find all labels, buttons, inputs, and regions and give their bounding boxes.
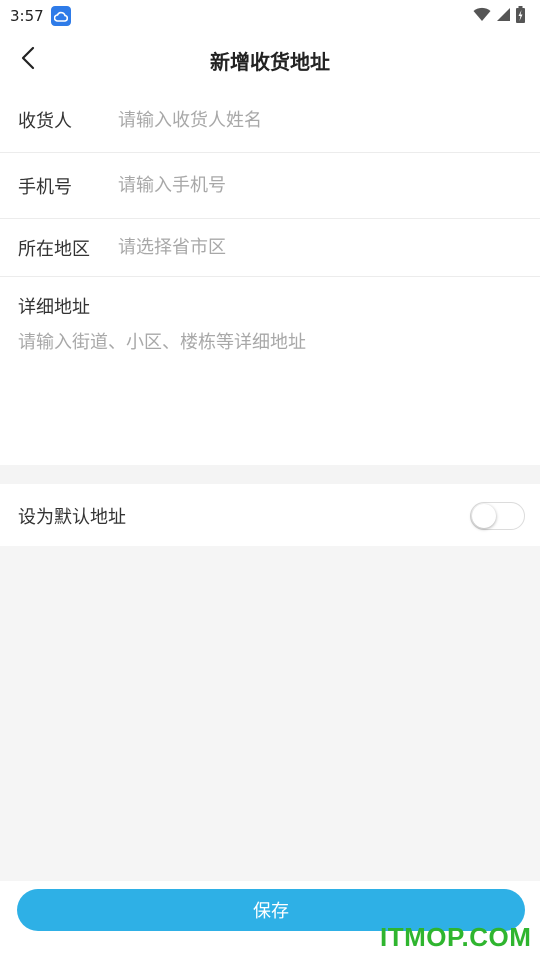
region-picker[interactable] bbox=[118, 229, 518, 266]
default-address-label: 设为默认地址 bbox=[18, 507, 126, 528]
wifi-icon bbox=[473, 7, 491, 26]
receiver-input[interactable] bbox=[118, 102, 518, 138]
default-address-toggle[interactable] bbox=[470, 502, 525, 530]
battery-icon bbox=[515, 5, 526, 27]
status-time: 3:57 bbox=[10, 7, 44, 25]
phone-label: 手机号 bbox=[18, 176, 72, 198]
cloud-icon bbox=[50, 6, 71, 26]
phone-input[interactable] bbox=[118, 167, 518, 204]
default-address-row: 设为默认地址 bbox=[0, 484, 540, 546]
detail-address-label: 详细地址 bbox=[18, 297, 90, 318]
empty-area bbox=[0, 546, 540, 881]
header: 新增收货地址 bbox=[0, 32, 540, 88]
region-row[interactable]: 所在地区 bbox=[0, 219, 540, 277]
phone-row: 手机号 bbox=[0, 153, 540, 219]
signal-icon bbox=[495, 7, 511, 26]
receiver-label: 收货人 bbox=[18, 111, 72, 132]
region-label: 所在地区 bbox=[18, 238, 90, 260]
status-indicators bbox=[473, 5, 526, 27]
back-button[interactable] bbox=[10, 40, 46, 80]
watermark-text: ITMOP.COM bbox=[380, 922, 532, 952]
section-divider bbox=[0, 465, 540, 484]
receiver-row: 收货人 bbox=[0, 88, 540, 153]
status-bar: 3:57 bbox=[0, 0, 540, 32]
page-title: 新增收货地址 bbox=[210, 49, 330, 74]
toggle-knob bbox=[472, 504, 496, 528]
detail-address-block: 详细地址 bbox=[0, 277, 540, 465]
detail-address-input[interactable] bbox=[18, 329, 522, 439]
back-arrow-icon bbox=[21, 46, 35, 74]
